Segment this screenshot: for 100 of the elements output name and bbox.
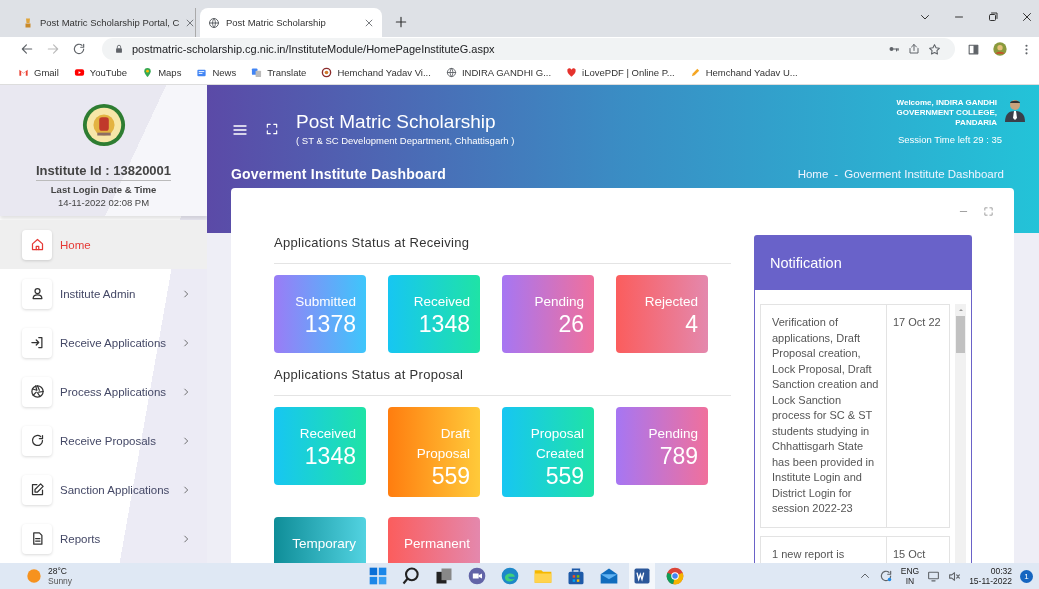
reload-icon[interactable] [72,42,86,56]
sync-icon[interactable] [878,569,893,583]
session-timer: Session Time left 29 : 35 [897,134,1002,145]
speaker-muted-icon[interactable] [948,569,962,583]
stat-value: 1348 [417,312,470,337]
chrome-icon[interactable] [665,566,685,586]
language-indicator[interactable]: ENG IN [900,566,920,586]
last-login-date: 14-11-2022 02:08 PM [57,197,150,208]
stat-label: Temporary [291,535,356,553]
bookmark[interactable]: iLovePDF | Online P... [566,67,675,78]
stat-value: 1378 [303,312,356,337]
circle-logo-icon [321,67,333,78]
task-view-icon[interactable] [434,566,454,586]
stat-label: Rejected [643,293,698,311]
address-field[interactable]: postmatric-scholarship.cg.nic.in/InstituteModule/HomePageInstituteG.aspx [102,38,955,60]
scroll-up-icon[interactable] [957,307,964,313]
sidebar-item[interactable]: Home [0,220,207,269]
browser-wave-icon[interactable] [500,566,520,586]
play-icon [73,67,85,78]
store-bag-icon[interactable] [566,566,586,586]
windows-start-icon[interactable] [368,566,388,586]
search-icon[interactable] [401,566,421,586]
bookmark[interactable]: Hemchand Yadav U... [689,67,798,78]
close-icon[interactable] [1021,11,1033,23]
emblem-logo-icon [80,102,127,148]
scrollbar[interactable] [955,304,966,563]
stat-value: 26 [557,312,584,337]
stat-label: Received [298,425,356,443]
sidebar-item[interactable]: Receive Proposals [0,416,207,465]
stat-label: Received [412,293,470,311]
clock[interactable]: 00:32 15-11-2022 [969,566,1012,586]
profile-avatar-icon[interactable] [992,41,1008,57]
institute-id: Institute Id : 13820001 [35,163,172,181]
stat-value: 559 [430,464,470,489]
app-title: Post Matric Scholarship [296,111,497,133]
stat-label: Permanent [402,535,470,553]
document-w-icon[interactable] [632,566,652,586]
bookmark[interactable]: News [196,67,237,78]
sidebar-item[interactable]: Receive Applications [0,318,207,367]
newspaper-icon [196,67,208,78]
restore-icon[interactable] [987,11,999,23]
last-login-label: Last Login Date & Time [50,184,157,195]
aperture-icon [29,384,45,399]
bookmark[interactable]: Maps [142,67,182,78]
globe-icon [208,16,220,29]
user-avatar-icon[interactable] [1003,98,1027,122]
video-chat-icon[interactable] [467,566,487,586]
mail-icon[interactable] [599,566,619,586]
notification-title: Notification [755,236,971,290]
welcome-text: Welcome, INDIRA GANDHI GOVERNMENT COLLEGE, PANDARIA [895,98,997,128]
globe-icon [445,67,457,78]
translate-icon [251,67,263,78]
bookmark[interactable]: Hemchand Yadav Vi... [321,67,431,78]
bookmark[interactable]: INDIRA GANDHI G... [445,67,552,78]
stat-value: 559 [544,464,584,489]
refresh-icon [29,433,45,448]
stat-label: Pending [533,293,584,311]
mail-icon [18,67,29,78]
sidebar-item[interactable]: Reports [0,514,207,563]
plus-icon[interactable] [394,15,408,29]
bookmark[interactable]: YouTube [73,67,128,78]
sign-in-icon [29,335,45,350]
sidebar-item[interactable]: Institute Admin [0,269,207,318]
back-arrow-icon[interactable] [20,42,34,56]
section-heading: Applications Status at Receiving [274,235,731,264]
sidebar-item[interactable]: Process Applications [0,367,207,416]
stat-value: 1348 [303,444,356,469]
share-icon[interactable] [908,43,920,55]
star-icon[interactable] [928,42,941,56]
side-panel-icon[interactable] [967,42,980,56]
app-subtitle: ( ST & SC Development Department, Chhattisgarh ) [296,135,515,146]
menu-icon[interactable] [232,122,248,138]
browser-tab[interactable]: Post Matric Scholarship [200,8,382,37]
edit-icon [29,482,45,497]
temperature: 28°C [48,566,68,576]
stat-label: Proposal Created [529,425,584,463]
section-heading: Applications Status at Proposal [274,367,731,396]
heart-icon [566,67,578,78]
stat-label: Draft Proposal [415,425,470,463]
breadcrumb-separator: - [834,167,839,180]
map-pin-icon [142,67,154,78]
bookmark[interactable]: Translate [251,67,307,78]
home-icon [29,237,45,252]
weather-condition: Sunny [48,576,73,586]
sidebar-item[interactable]: Sanction Applications [0,465,207,514]
stat-label: Submitted [294,293,356,311]
notification-date: 15 Oct [892,546,927,562]
network-monitor-icon[interactable] [927,569,941,583]
lock-icon [114,44,124,54]
scrollbar-thumb[interactable] [956,316,965,353]
stat-value: 789 [658,444,698,469]
notification-date: 17 Oct 22 [892,315,942,330]
bookmark[interactable]: Gmail [18,67,59,78]
stat-label: Pending [647,425,698,443]
notification-count-badge[interactable]: 1 [1020,569,1033,583]
user-icon [29,286,45,301]
notification-text: Verification of applications, Draft Proposal creation, Lock Proposal, Draft Sanction creation and Lock Sanction process for SC & ST students studying in Chhattisgarh State has been provided in Institute Login and District Login for session 2022-23 [761,305,887,527]
breadcrumb-current: Goverment Institute Dashboard [844,167,1004,180]
pencil-icon [689,67,701,78]
stat-value: 4 [684,312,698,337]
